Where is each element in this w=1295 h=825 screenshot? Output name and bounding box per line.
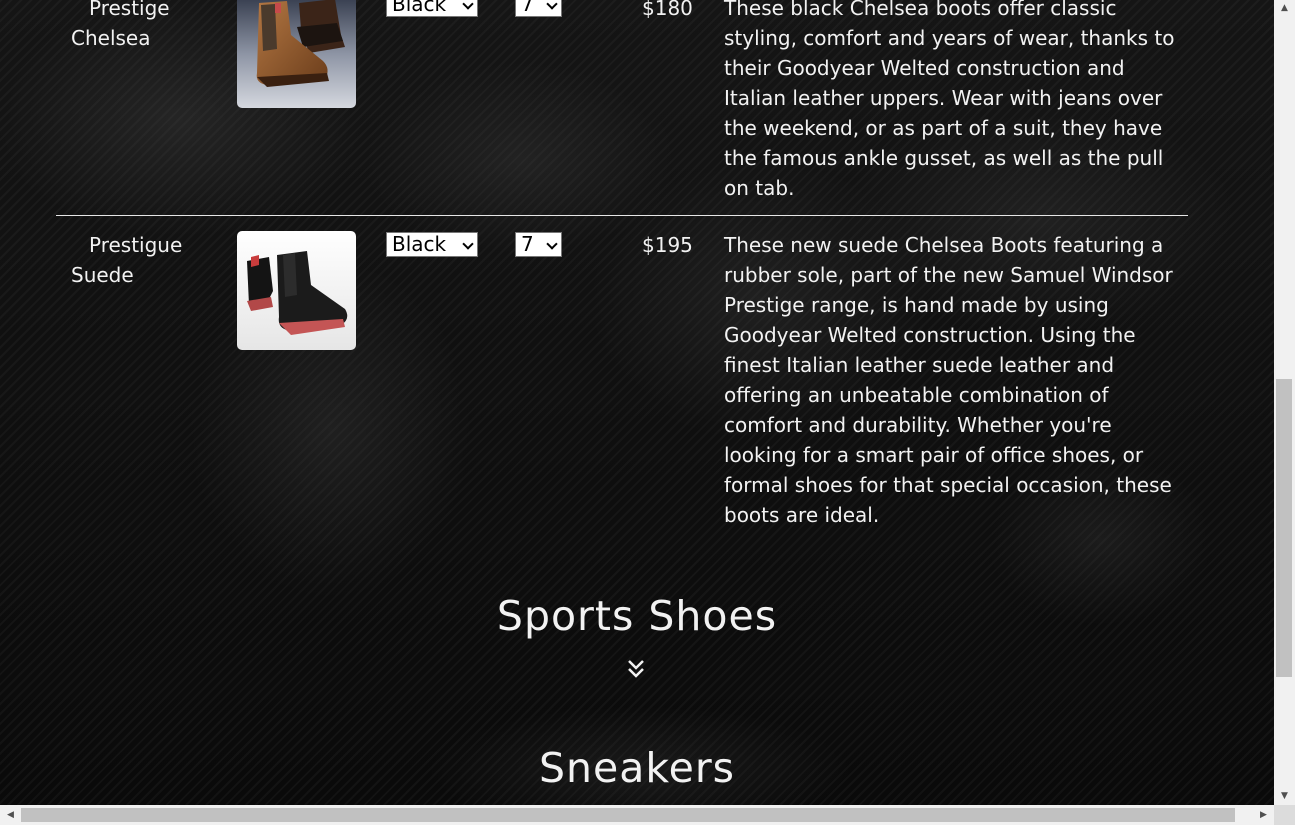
chevron-down-icon — [546, 0, 558, 10]
color-select-value: Black — [392, 232, 447, 256]
product-price: $195 — [642, 233, 693, 257]
section-title-sports-shoes: Sports Shoes — [496, 592, 778, 640]
size-select-value: 7 — [521, 0, 534, 16]
page-background: Prestige Chelsea Black 7 $180 These blac… — [0, 0, 1274, 805]
brown-chelsea-boot-image — [237, 0, 356, 108]
color-select[interactable]: Black — [386, 232, 478, 257]
horizontal-scrollbar[interactable]: ◀ ▶ — [0, 805, 1274, 825]
double-chevron-down-icon[interactable] — [626, 658, 646, 680]
horizontal-scroll-thumb[interactable] — [21, 808, 1235, 822]
product-description: These new suede Chelsea Boots featuring … — [724, 233, 1173, 527]
scroll-left-arrow[interactable]: ◀ — [2, 805, 19, 825]
size-select[interactable]: 7 — [515, 0, 562, 17]
vertical-scrollbar[interactable]: ▲ ▼ — [1274, 0, 1295, 805]
product-description: These black Chelsea boots offer classic … — [724, 0, 1175, 200]
chevron-down-icon — [462, 238, 474, 250]
color-select-value: Black — [392, 0, 447, 16]
section-title-sneakers: Sneakers — [538, 744, 736, 792]
scroll-up-arrow[interactable]: ▲ — [1274, 0, 1295, 17]
color-select[interactable]: Black — [386, 0, 478, 17]
black-suede-chelsea-boot-image — [237, 231, 356, 350]
chevron-down-icon — [462, 0, 474, 10]
product-price: $180 — [642, 0, 693, 20]
size-select-value: 7 — [521, 232, 534, 256]
scroll-right-arrow[interactable]: ▶ — [1255, 805, 1272, 825]
product-name: Prestige Chelsea — [71, 0, 170, 50]
product-name: Prestigue Suede — [71, 233, 183, 287]
product-row: Prestigue Suede Black 7 $195 These new s… — [56, 216, 1188, 546]
chevron-down-icon — [546, 238, 558, 250]
scrollbar-corner — [1274, 805, 1295, 825]
size-select[interactable]: 7 — [515, 232, 562, 257]
scroll-down-arrow[interactable]: ▼ — [1274, 788, 1295, 805]
product-row: Prestige Chelsea Black 7 $180 These blac… — [56, 0, 1188, 216]
vertical-scroll-thumb[interactable] — [1276, 379, 1292, 677]
